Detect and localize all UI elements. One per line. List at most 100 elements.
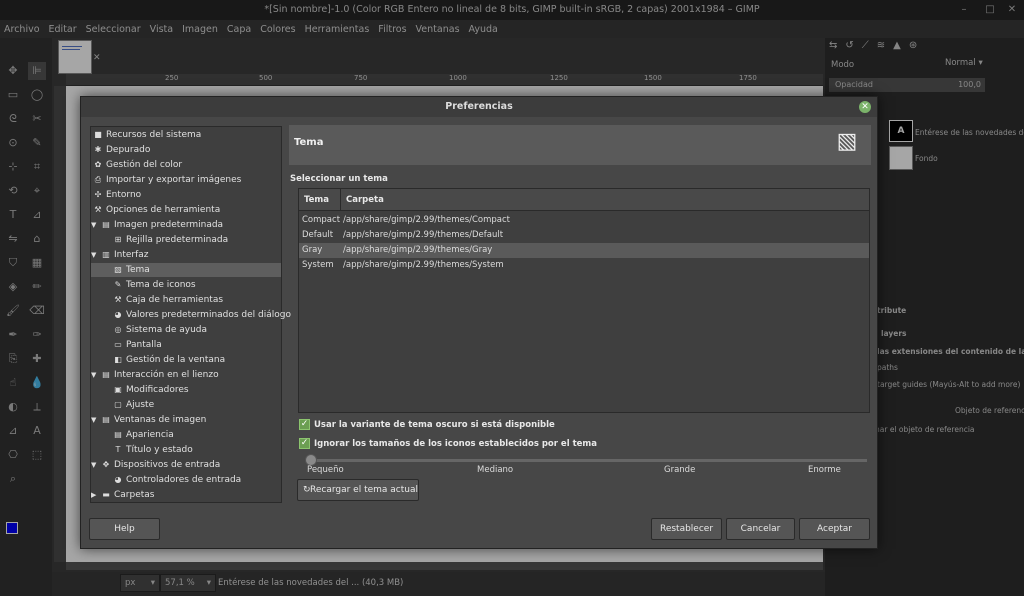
help-label: Help [114, 524, 135, 534]
window-icon: ◧ [114, 355, 122, 364]
tree-label: Apariencia [126, 430, 174, 440]
theme-folder: /app/share/gimp/2.99/themes/Compact [343, 215, 511, 225]
dark-variant-label: Usar la variante de tema oscuro si está … [314, 420, 555, 430]
expanded-arrow-icon[interactable]: ▼ [91, 218, 101, 232]
collapsed-arrow-icon[interactable]: ▶ [91, 488, 101, 502]
tree-label: Gestión del color [106, 160, 183, 170]
close-icon[interactable]: ✕ [859, 101, 871, 113]
theme-name: Default [302, 230, 334, 240]
expanded-arrow-icon[interactable]: ▼ [91, 368, 101, 382]
bug-icon: ✱ [94, 145, 102, 154]
tree-item-modificadores[interactable]: ▣ Modificadores [113, 383, 188, 397]
reload-label: Recargar el tema actual [310, 485, 418, 495]
expanded-arrow-icon[interactable]: ▼ [91, 458, 101, 472]
tree-item-recursos[interactable]: ■ Recursos del sistema [93, 128, 201, 142]
cancel-label: Cancelar [740, 524, 781, 534]
tree-label: Depurado [106, 145, 151, 155]
slider-label: Mediano [477, 465, 514, 475]
tree-label: Sistema de ayuda [126, 325, 207, 335]
table-row[interactable]: Compact/app/share/gimp/2.99/themes/Compa… [299, 213, 869, 228]
tree-item-color[interactable]: ✿ Gestión del color [93, 158, 182, 172]
accept-button[interactable]: Aceptar [799, 518, 870, 540]
reset-button[interactable]: Restablecer [651, 518, 722, 540]
ignore-icon-size-label: Ignorar los tamaños de los iconos establ… [314, 439, 597, 449]
color-icon: ✿ [94, 160, 102, 169]
tree-label: Pantalla [126, 340, 162, 350]
icon-size-slider[interactable] [309, 459, 867, 462]
environment-icon: ✣ [94, 190, 102, 199]
chip-icon: ■ [94, 130, 102, 139]
tree-item-ventanas-imagen[interactable]: ▼ ▤ Ventanas de imagen [91, 413, 206, 427]
reload-icon: ↻ [303, 485, 311, 495]
tree-label: Entorno [106, 190, 142, 200]
tree-label: Ajuste [126, 400, 155, 410]
tree-item-imagen[interactable]: ▼ ▤ Imagen predeterminada [91, 218, 223, 232]
tree-item-carpetas[interactable]: ▶ ▬ Carpetas [91, 488, 154, 502]
icon-theme-icon: ✎ [114, 280, 122, 289]
tool-options-icon: ⚒ [94, 205, 102, 214]
appearance-icon: ▤ [114, 430, 122, 439]
dark-variant-checkbox[interactable]: ✓ [299, 419, 310, 430]
modifiers-icon: ▣ [114, 385, 122, 394]
theme-name: Gray [302, 245, 323, 255]
tree-label: Interacción en el lienzo [114, 370, 219, 380]
tree-item-ayuda[interactable]: ◎ Sistema de ayuda [113, 323, 208, 337]
dialog-defaults-icon: ◕ [114, 310, 122, 319]
tree-item-apariencia[interactable]: ▤ Apariencia [113, 428, 174, 442]
help-system-icon: ◎ [114, 325, 122, 334]
tree-item-tema[interactable]: ▧ Tema [91, 263, 281, 277]
tree-label: Caja de herramientas [126, 295, 224, 305]
slider-label: Pequeño [307, 465, 344, 475]
tree-item-opciones[interactable]: ⚒ Opciones de herramienta [93, 203, 220, 217]
tree-item-dispositivos[interactable]: ▼ ✥ Dispositivos de entrada [91, 458, 220, 472]
tree-item-pantalla[interactable]: ▭ Pantalla [113, 338, 162, 352]
theme-name: Compact [302, 215, 341, 225]
tree-item-depurado[interactable]: ✱ Depurado [93, 143, 151, 157]
tree-item-titulo[interactable]: T Título y estado [113, 443, 193, 457]
tree-item-entorno[interactable]: ✣ Entorno [93, 188, 142, 202]
tree-label: Interfaz [114, 250, 149, 260]
tree-item-tema-iconos[interactable]: ✎ Tema de iconos [113, 278, 196, 292]
tree-item-interfaz[interactable]: ▼ ▥ Interfaz [91, 248, 149, 262]
preferences-dialog: Preferencias ✕ ■ Recursos del sistema ✱ De… [80, 96, 878, 549]
expanded-arrow-icon[interactable]: ▼ [91, 248, 101, 262]
tree-label: Importar y exportar imágenes [106, 175, 242, 185]
theme-header-icon: ▧ [836, 129, 858, 154]
toolbox-icon: ⚒ [114, 295, 122, 304]
slider-label: Grande [664, 465, 696, 475]
table-header: Tema Carpeta [299, 189, 869, 211]
reload-theme-button[interactable]: ↻ Recargar el tema actual [297, 479, 419, 501]
ignore-icon-size-checkbox[interactable]: ✓ [299, 438, 310, 449]
dialog-titlebar: Preferencias ✕ [81, 97, 877, 117]
folders-icon: ▬ [102, 490, 110, 499]
theme-name: System [302, 260, 334, 270]
cancel-button[interactable]: Cancelar [726, 518, 795, 540]
tree-label: Ventanas de imagen [114, 415, 207, 425]
help-button[interactable]: Help [89, 518, 160, 540]
tree-item-rejilla[interactable]: ⊞ Rejilla predeterminada [113, 233, 228, 247]
table-row-selected[interactable]: Gray/app/share/gimp/2.99/themes/Gray [299, 243, 869, 258]
table-row[interactable]: Default/app/share/gimp/2.99/themes/Defau… [299, 228, 869, 243]
tree-label: Gestión de la ventana [126, 355, 226, 365]
snapping-icon: ▢ [114, 400, 122, 409]
tree-item-ajuste[interactable]: ▢ Ajuste [113, 398, 154, 412]
dialog-title: Preferencias [445, 101, 513, 112]
tree-item-valores[interactable]: ◕ Valores predeterminados del diálogo [113, 308, 292, 322]
tree-label: Carpetas [114, 490, 155, 500]
column-header-carpeta[interactable]: Carpeta [341, 189, 384, 211]
section-title: Tema [294, 137, 324, 148]
tree-label: Dispositivos de entrada [114, 460, 221, 470]
tree-item-interaccion[interactable]: ▼ ▤ Interacción en el lienzo [91, 368, 219, 382]
tree-item-ventana[interactable]: ◧ Gestión de la ventana [113, 353, 225, 367]
section-header: Tema ▧ [289, 125, 871, 165]
theme-folder: /app/share/gimp/2.99/themes/System [343, 260, 504, 270]
tree-label: Valores predeterminados del diálogo [126, 310, 292, 320]
tree-label: Rejilla predeterminada [126, 235, 229, 245]
tree-item-controladores[interactable]: ◕ Controladores de entrada [113, 473, 242, 487]
tree-item-importar[interactable]: ⎙ Importar y exportar imágenes [93, 173, 242, 187]
column-header-tema[interactable]: Tema [299, 189, 341, 211]
table-row[interactable]: System/app/share/gimp/2.99/themes/System [299, 258, 869, 273]
tree-label: Imagen predeterminada [114, 220, 224, 230]
tree-item-caja[interactable]: ⚒ Caja de herramientas [113, 293, 223, 307]
expanded-arrow-icon[interactable]: ▼ [91, 413, 101, 427]
